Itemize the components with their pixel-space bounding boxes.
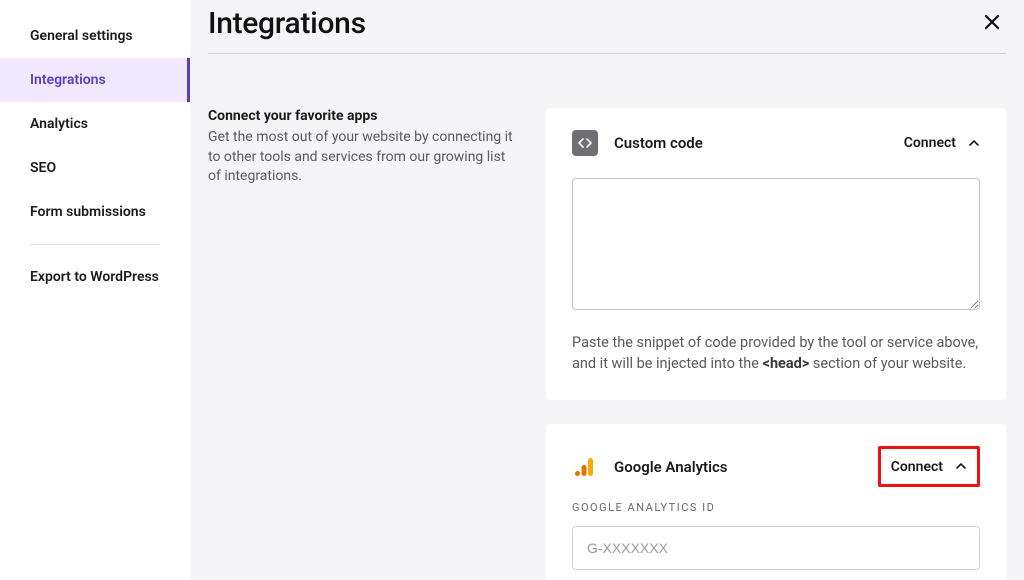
- close-icon[interactable]: [978, 8, 1006, 40]
- chevron-up-icon[interactable]: [955, 457, 967, 476]
- card-google-analytics: Google Analytics Connect GOOGLE ANALYTIC…: [546, 424, 1006, 580]
- settings-sidebar: General settings Integrations Analytics …: [0, 0, 190, 580]
- card-header: Custom code Connect: [572, 130, 980, 156]
- sidebar-item-form-submissions[interactable]: Form submissions: [0, 190, 190, 234]
- ga-id-input[interactable]: [572, 526, 980, 570]
- card-title: Google Analytics: [614, 458, 728, 476]
- helper-head-tag: <head>: [763, 355, 810, 372]
- sidebar-item-general-settings[interactable]: General settings: [0, 14, 190, 58]
- intro-title: Connect your favorite apps: [208, 108, 518, 124]
- card-header-left: Custom code: [572, 130, 703, 156]
- card-custom-code: Custom code Connect Paste the snippet of…: [546, 108, 1006, 400]
- card-actions: Connect: [904, 134, 980, 153]
- helper-post: section of your website.: [809, 355, 966, 372]
- card-header: Google Analytics Connect: [572, 446, 980, 487]
- main-panel: Integrations Connect your favorite apps …: [190, 0, 1024, 580]
- sidebar-item-analytics[interactable]: Analytics: [0, 102, 190, 146]
- sidebar-divider: [30, 244, 160, 245]
- sidebar-item-integrations[interactable]: Integrations: [0, 58, 190, 102]
- page-title: Integrations: [208, 6, 366, 41]
- connect-button[interactable]: Connect: [891, 459, 943, 475]
- content-row: Connect your favorite apps Get the most …: [208, 54, 1006, 580]
- custom-code-textarea[interactable]: [572, 178, 980, 310]
- connect-button[interactable]: Connect: [904, 135, 956, 151]
- integration-cards: Custom code Connect Paste the snippet of…: [546, 108, 1006, 580]
- sidebar-item-seo[interactable]: SEO: [0, 146, 190, 190]
- card-header-left: Google Analytics: [572, 454, 728, 480]
- card-title: Custom code: [614, 134, 703, 152]
- google-analytics-icon: [572, 454, 598, 480]
- custom-code-helper: Paste the snippet of code provided by th…: [572, 332, 980, 374]
- card-actions-highlighted: Connect: [878, 446, 980, 487]
- sidebar-item-export-wordpress[interactable]: Export to WordPress: [0, 255, 190, 299]
- intro-description: Get the most out of your website by conn…: [208, 128, 518, 187]
- page-header: Integrations: [208, 0, 1006, 54]
- intro-block: Connect your favorite apps Get the most …: [208, 108, 518, 580]
- chevron-up-icon[interactable]: [968, 134, 980, 153]
- ga-id-label: GOOGLE ANALYTICS ID: [572, 501, 980, 514]
- code-icon: [572, 130, 598, 156]
